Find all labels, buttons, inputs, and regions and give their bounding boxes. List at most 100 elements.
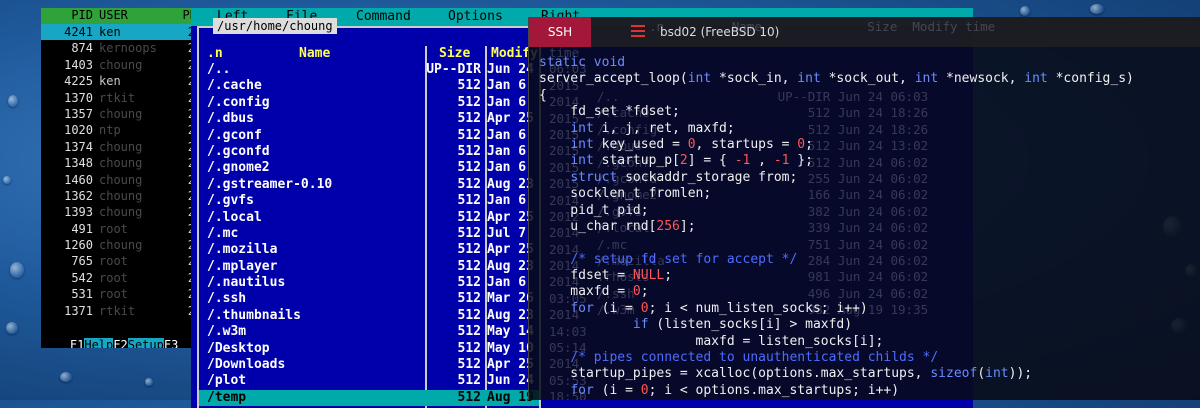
setup-button[interactable]: Setup bbox=[127, 338, 164, 348]
file-size: UP--DIR bbox=[426, 62, 481, 77]
file-row[interactable]: /.gconfd 512 Jan 6 bbox=[199, 144, 539, 160]
process-row[interactable]: 765root2 bbox=[41, 253, 201, 269]
code-token: (i = bbox=[593, 300, 641, 316]
code-token: *sock_out, bbox=[820, 71, 915, 87]
process-row[interactable]: 1374choung2 bbox=[41, 139, 201, 155]
process-row[interactable]: 874kernoops2 bbox=[41, 40, 201, 56]
process-row[interactable]: 1403choung2 bbox=[41, 57, 201, 73]
code-token: ( bbox=[977, 366, 986, 382]
file-row[interactable]: /.gvfs 512 Jan 6 bbox=[199, 193, 539, 209]
f1-key: F1 bbox=[69, 338, 85, 348]
file-row[interactable]: /.mc 512 Jul 7 bbox=[199, 226, 539, 242]
process-user: rtkit bbox=[99, 303, 136, 318]
file-row[interactable]: /.thumbnails 512 Aug 23 bbox=[199, 308, 539, 324]
process-row[interactable]: 1393choung2 bbox=[41, 204, 201, 220]
file-modified: Jan 6 bbox=[487, 78, 527, 94]
process-pid: 765 bbox=[71, 254, 93, 269]
file-row[interactable]: /.w3m 512 May 14 bbox=[199, 324, 539, 340]
hamburger-menu-icon[interactable] bbox=[631, 25, 645, 40]
code-line: if (listen_socks[i] > maxfd) bbox=[539, 317, 1134, 333]
code-token: (listen_socks[i] > maxfd) bbox=[648, 317, 853, 333]
file-row[interactable]: /temp 512 Aug 19 bbox=[199, 389, 539, 407]
process-row[interactable]: 1260choung2 bbox=[41, 237, 201, 253]
code-token: NULL bbox=[632, 268, 665, 284]
file-modified: Jan 6 bbox=[487, 160, 527, 176]
file-modified: Jan 6 bbox=[487, 143, 527, 159]
help-button[interactable]: Help bbox=[84, 338, 114, 348]
process-pid: 1362 bbox=[64, 188, 93, 203]
process-row[interactable]: 1362choung2 bbox=[41, 188, 201, 204]
sort-indicator[interactable]: .n bbox=[207, 46, 223, 62]
code-line: maxfd = 0; bbox=[539, 284, 1134, 300]
process-user: root bbox=[99, 287, 128, 302]
f3-key: F3 bbox=[163, 338, 179, 348]
left-file-panel[interactable]: /usr/home/choung .n Name Size Modify /..… bbox=[197, 18, 541, 408]
file-name: /.dbus bbox=[207, 111, 254, 127]
menu-command[interactable]: Command bbox=[356, 8, 411, 26]
code-token: ; i < num_listen_socks; i++) bbox=[648, 300, 868, 316]
process-row[interactable]: 1348choung2 bbox=[41, 155, 201, 171]
file-modified: Mar 26 bbox=[487, 291, 534, 307]
code-token: startup_pipes = xcalloc(options.max_star… bbox=[539, 366, 931, 382]
file-row[interactable]: /.gstreamer-0.10 512 Aug 23 bbox=[199, 177, 539, 193]
file-row[interactable]: /.cache 512 Jan 6 bbox=[199, 78, 539, 94]
process-row[interactable]: 1357choung2 bbox=[41, 106, 201, 122]
process-row[interactable]: 531root2 bbox=[41, 286, 201, 302]
code-token: 0 bbox=[797, 136, 806, 152]
ssh-tab[interactable]: SSH bbox=[529, 17, 591, 47]
code-line: struct sockaddr_storage from; bbox=[539, 170, 1134, 186]
htop-window[interactable]: PID USER PR 4241ken2874kernoops21403chou… bbox=[41, 8, 201, 348]
process-row[interactable]: 4225ken2 bbox=[41, 73, 201, 89]
process-row[interactable]: 542root2 bbox=[41, 270, 201, 286]
code-token: ; bbox=[805, 136, 813, 152]
process-row[interactable]: 1460choung2 bbox=[41, 172, 201, 188]
process-row[interactable]: 1370rtkit2 bbox=[41, 90, 201, 106]
file-row[interactable]: /.ssh 512 Mar 26 bbox=[199, 291, 539, 307]
process-pid: 1374 bbox=[64, 139, 93, 154]
file-row[interactable]: /.. UP--DIR Jun 24 bbox=[199, 62, 539, 78]
file-size: 512 bbox=[457, 242, 481, 258]
file-size: 512 bbox=[457, 340, 481, 356]
file-row[interactable]: /.dbus 512 Apr 25 bbox=[199, 111, 539, 127]
process-row[interactable]: 1020ntp2 bbox=[41, 122, 201, 138]
code-line: { bbox=[539, 88, 1134, 104]
code-token: , bbox=[750, 153, 774, 169]
user-column-header: USER bbox=[99, 8, 128, 22]
file-row[interactable]: /plot 512 Jun 24 bbox=[199, 373, 539, 389]
code-token: maxfd = bbox=[539, 284, 633, 300]
water-drop bbox=[60, 372, 72, 382]
file-row[interactable]: /Downloads 512 Apr 25 bbox=[199, 357, 539, 373]
file-row[interactable]: /.mozilla 512 Apr 25 bbox=[199, 242, 539, 258]
file-row[interactable]: /.config 512 Jan 6 bbox=[199, 95, 539, 111]
current-path: /usr/home/choung bbox=[213, 18, 337, 34]
source-code-view[interactable]: static void server_accept_loop(int *sock_… bbox=[539, 55, 1134, 399]
process-row[interactable]: 1371rtkit2 bbox=[41, 303, 201, 319]
code-token: i, j, ret, maxfd; bbox=[593, 120, 735, 136]
file-row[interactable]: /.nautilus 512 Jan 6 bbox=[199, 275, 539, 291]
process-row[interactable]: 491root2 bbox=[41, 221, 201, 237]
file-modified: Jun 24 bbox=[487, 373, 534, 389]
code-token: sizeof bbox=[930, 366, 978, 382]
ssh-terminal-window[interactable]: SSH bsd02 (FreeBSD 10) .n Name Size Modi… bbox=[528, 17, 1200, 400]
process-user: choung bbox=[99, 139, 143, 154]
file-modified: Jan 6 bbox=[487, 127, 527, 143]
file-row[interactable]: /Desktop 512 May 10 bbox=[199, 341, 539, 357]
panel-column-header: .n Name Size Modify bbox=[199, 46, 539, 62]
name-column-header[interactable]: Name bbox=[299, 46, 330, 62]
code-token: socklen_t fromlen; bbox=[539, 186, 712, 202]
file-row[interactable]: /.gnome2 512 Jan 6 bbox=[199, 160, 539, 176]
process-pid: 1403 bbox=[64, 57, 93, 72]
code-token: , startups = bbox=[695, 136, 798, 152]
file-name: /.mplayer bbox=[207, 258, 278, 274]
file-modified: May 10 bbox=[487, 340, 534, 356]
process-row[interactable]: 4241ken2 bbox=[41, 24, 201, 41]
file-row[interactable]: /.mplayer 512 Aug 23 bbox=[199, 259, 539, 275]
size-column-header[interactable]: Size bbox=[439, 46, 470, 62]
file-modified: Aug 23 bbox=[487, 307, 534, 323]
file-row[interactable]: /.gconf 512 Jan 6 bbox=[199, 128, 539, 144]
file-row[interactable]: /.local 512 Apr 25 bbox=[199, 210, 539, 226]
menu-options[interactable]: Options bbox=[448, 8, 503, 26]
code-token: ; bbox=[640, 284, 649, 300]
